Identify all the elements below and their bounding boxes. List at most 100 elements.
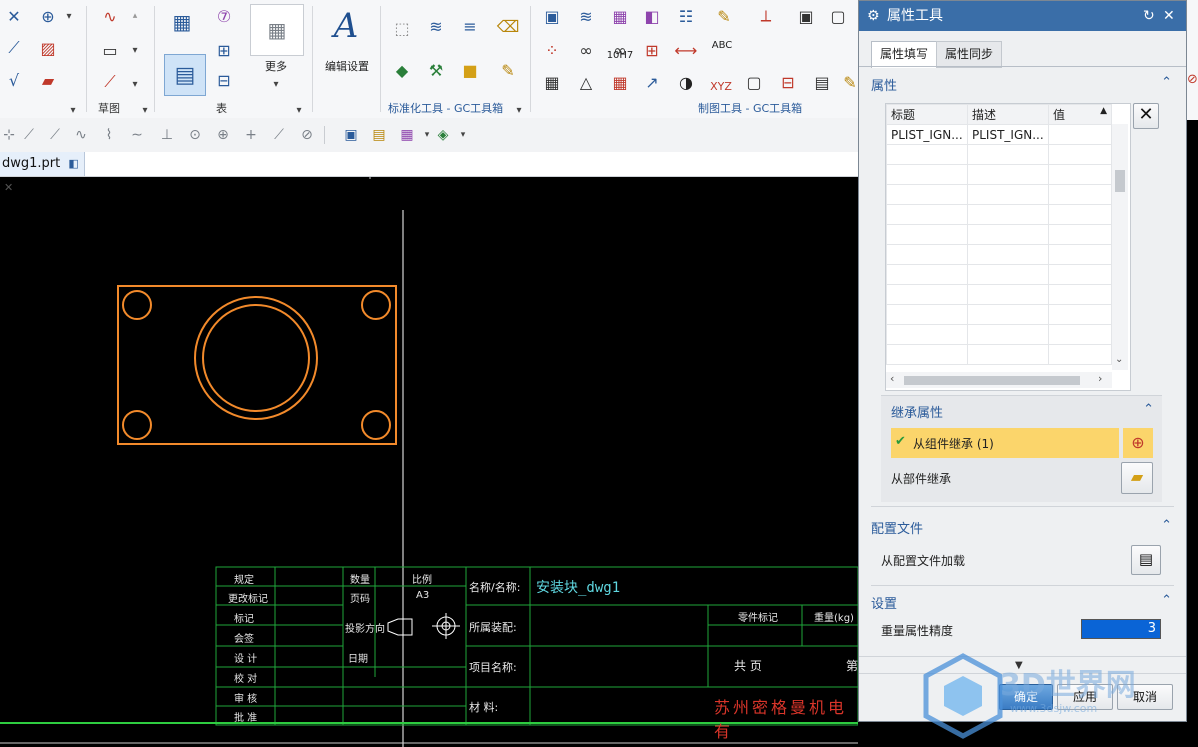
abc-tag-icon[interactable]: ✎: [496, 58, 520, 82]
table-insert-icon[interactable]: ⊞: [212, 38, 236, 62]
dropdown-arrow-icon[interactable]: ▾: [266, 72, 286, 96]
attributes-section-header[interactable]: 属性: [871, 75, 897, 94]
close-icon[interactable]: ✕: [1163, 1, 1175, 31]
config-section-header[interactable]: 配置文件: [871, 518, 923, 537]
area-fill-icon[interactable]: ▰: [36, 68, 60, 92]
eraser-icon[interactable]: ⌫: [496, 14, 520, 38]
settings-section-header[interactable]: 设置: [871, 593, 897, 612]
border-frame-icon[interactable]: ▣: [794, 4, 818, 28]
blank-sheet-icon[interactable]: ▢: [742, 70, 766, 94]
view-arrange-icon[interactable]: ◈: [434, 126, 452, 144]
horizontal-scrollbar[interactable]: ‹ ›: [886, 372, 1112, 388]
component-icon[interactable]: ◆: [390, 58, 414, 82]
note-sheet-icon[interactable]: ▤: [810, 70, 834, 94]
load-config-button[interactable]: ▤: [1131, 545, 1161, 575]
collapse-chevron-icon[interactable]: ⌃: [1161, 518, 1172, 533]
grid-table-icon[interactable]: ▦: [608, 70, 632, 94]
detail-icon[interactable]: ◧: [640, 4, 664, 28]
parts-list-button[interactable]: ▤: [164, 54, 206, 96]
binocular-icon[interactable]: ∞: [574, 38, 598, 62]
table-edit-icon[interactable]: ⊟: [212, 68, 236, 92]
inherit-section-header[interactable]: 继承属性: [891, 402, 943, 421]
block-icon[interactable]: ■: [458, 58, 482, 82]
xyz-label[interactable]: XYZ: [706, 80, 736, 93]
view-grid-icon[interactable]: ▦: [398, 126, 416, 144]
note-abc-icon[interactable]: ✎: [712, 4, 736, 28]
view-image-icon[interactable]: ▤: [370, 126, 388, 144]
weight-precision-input[interactable]: 3: [1081, 619, 1161, 639]
hammer-icon[interactable]: ⚒: [424, 58, 448, 82]
cell-desc[interactable]: PLIST_IGN...: [967, 124, 1049, 145]
point-crosshair-icon[interactable]: ⊕: [36, 4, 60, 28]
more-arrow-icon[interactable]: ▾: [128, 72, 142, 96]
file-tab[interactable]: dwg1.prt ◧ ✕: [0, 152, 85, 194]
col-header-desc[interactable]: 描述: [967, 104, 1049, 125]
table-grid-icon[interactable]: ▦: [166, 6, 198, 38]
hatch-icon[interactable]: ▨: [36, 36, 60, 60]
col-header-title[interactable]: 标题: [886, 104, 968, 125]
parts-table-icon[interactable]: ▦: [608, 4, 632, 28]
dropdown-arrow-icon[interactable]: ▾: [128, 38, 142, 62]
snap-center-icon[interactable]: ⊙: [186, 126, 204, 144]
dialog-titlebar[interactable]: ⚙ 属性工具 ↻ ✕: [859, 1, 1186, 31]
scroll-left-icon[interactable]: ‹: [890, 372, 894, 385]
snap-end-icon[interactable]: ⟋: [20, 126, 38, 144]
snap-spline-icon[interactable]: ∼: [128, 126, 146, 144]
snap-intersect-icon[interactable]: ⊥: [158, 126, 176, 144]
snap-off-icon[interactable]: ⊘: [298, 126, 316, 144]
dimension-x-icon[interactable]: ⟷: [674, 38, 698, 62]
point-grid-icon[interactable]: ⁘: [540, 38, 564, 62]
tab-attribute-sync[interactable]: 属性同步: [936, 41, 1002, 68]
scroll-thumb[interactable]: [1115, 170, 1125, 192]
leader-a-icon[interactable]: ↗: [640, 70, 664, 94]
fit-10h7-label[interactable]: 10H7: [604, 50, 636, 61]
dropdown-arrow-icon[interactable]: ▾: [454, 126, 472, 144]
coordinate-table-icon[interactable]: ⊟: [776, 70, 800, 94]
snap-existing-icon[interactable]: +: [242, 126, 260, 144]
collapse-chevron-icon[interactable]: ⌃: [1143, 402, 1154, 417]
stack-icon[interactable]: ≡: [458, 14, 482, 38]
edit-settings-icon[interactable]: A: [322, 4, 370, 48]
attributes-table[interactable]: 标题 描述 值 ▲ PLIST_IGN... PLIST_IGN... ⌄ ‹ …: [885, 103, 1131, 391]
line-icon[interactable]: ⟋: [98, 70, 122, 94]
triangle-icon[interactable]: △: [574, 70, 598, 94]
hscroll-thumb[interactable]: [904, 376, 1080, 385]
dropdown-arrow-icon[interactable]: ▾: [62, 4, 76, 28]
snap-point-icon[interactable]: ⊹: [0, 126, 18, 144]
cell-value[interactable]: [1048, 124, 1112, 145]
scroll-right-icon[interactable]: ›: [1098, 372, 1102, 385]
view-fit-icon[interactable]: ▣: [342, 126, 360, 144]
list-tree-icon[interactable]: ☷: [674, 4, 698, 28]
tolerance-icon[interactable]: ⊞: [640, 38, 664, 62]
scroll-up-icon[interactable]: ▴: [128, 4, 142, 28]
tile-icon[interactable]: ▢: [826, 4, 850, 28]
view-frame-icon[interactable]: ▣: [540, 4, 564, 28]
collapse-chevron-icon[interactable]: ⌃: [1161, 593, 1172, 608]
spline-icon[interactable]: ∿: [98, 4, 122, 28]
layers-icon[interactable]: ≋: [424, 14, 448, 38]
abc-dimension-label[interactable]: ABC: [708, 40, 736, 51]
snap-curve-icon[interactable]: ∿: [72, 126, 90, 144]
cross-line-icon[interactable]: ✕: [2, 4, 26, 28]
axis-icon[interactable]: ⟂: [754, 4, 778, 28]
snap-mid-icon[interactable]: ⟋: [46, 126, 64, 144]
centroid-icon[interactable]: ◑: [674, 70, 698, 94]
sheet-stack-icon[interactable]: ≋: [574, 4, 598, 28]
table-x-icon[interactable]: ▦: [540, 70, 564, 94]
reset-icon[interactable]: ↻: [1143, 1, 1155, 31]
drawing-frame-icon[interactable]: ⬚: [390, 16, 414, 40]
tab-attribute-fill[interactable]: 属性填写: [871, 41, 937, 68]
collapse-chevron-icon[interactable]: ⌃: [1161, 75, 1172, 90]
col-header-value[interactable]: 值 ▲: [1048, 104, 1112, 125]
inherit-from-component-row[interactable]: ✔ 从组件继承 (1): [891, 428, 1119, 458]
table-row[interactable]: PLIST_IGN... PLIST_IGN...: [886, 124, 1112, 145]
fillet-icon[interactable]: ⟋: [2, 36, 26, 60]
more-gallery-icon[interactable]: ▦: [250, 4, 304, 56]
scroll-down-icon[interactable]: ⌄: [1115, 354, 1123, 365]
snap-quadrant-icon[interactable]: ⊕: [214, 126, 232, 144]
balloon-icon[interactable]: ⑦: [212, 4, 236, 28]
delete-attribute-button[interactable]: ✕: [1133, 103, 1159, 129]
vertical-scrollbar[interactable]: ⌄: [1112, 124, 1128, 370]
edit-settings-button[interactable]: 编辑设置: [318, 58, 376, 74]
select-component-button[interactable]: ⊕: [1123, 428, 1153, 458]
